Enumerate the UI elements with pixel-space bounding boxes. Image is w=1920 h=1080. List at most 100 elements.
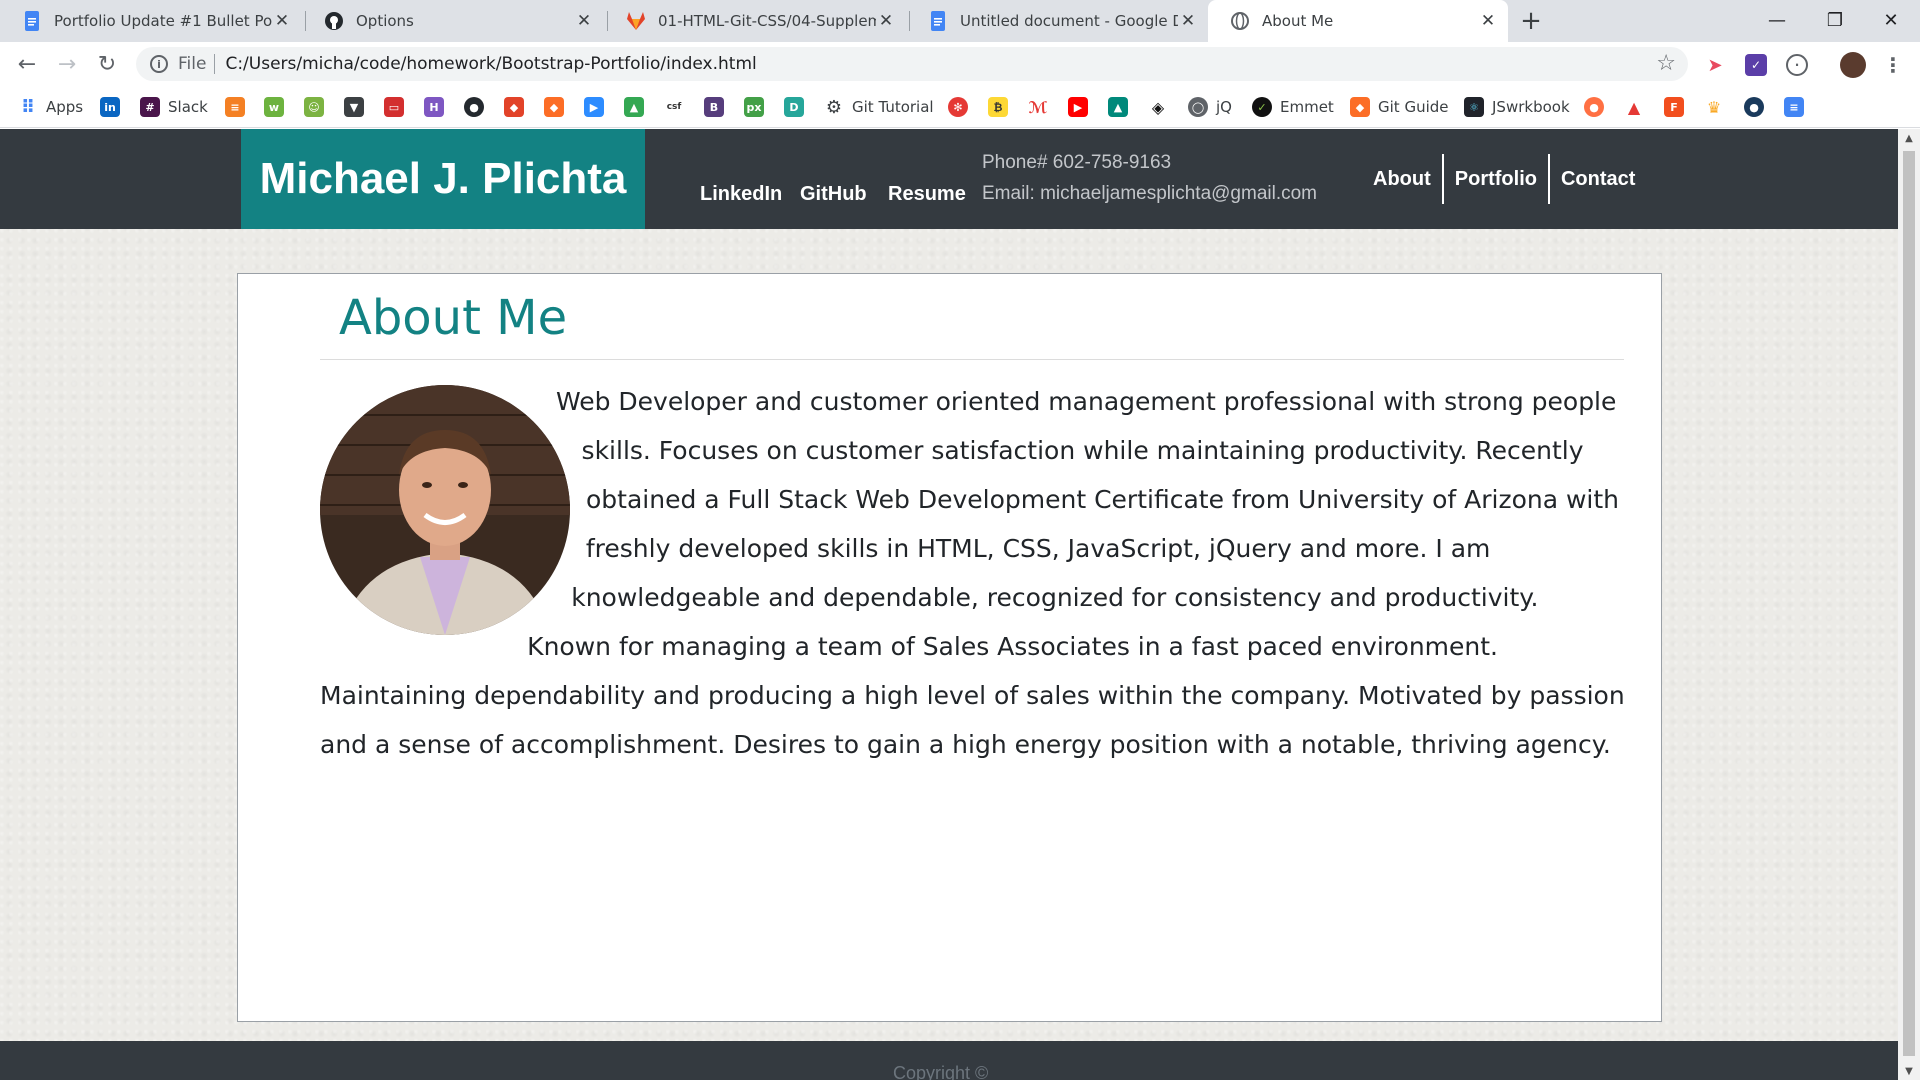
drive-icon: ▲ [624,97,644,117]
scroll-up-arrow-icon[interactable]: ▲ [1898,129,1920,147]
page-viewport: Michael J. Plichta LinkedIn GitHub Resum… [0,129,1898,1080]
bookmark-jq[interactable]: ◯ jQ [1188,96,1232,118]
bookmark-octocat[interactable]: ● [1744,96,1764,118]
bookmark-label: Slack [168,98,208,116]
apps-grid-icon: ⠿ [20,96,36,118]
docs-icon: ≡ [1784,97,1804,117]
address-bar[interactable]: i File C:/Users/micha/code/homework/Boot… [136,47,1688,81]
bookmark-helmet[interactable]: ● [1584,96,1604,118]
bookmarks-bar: ⠿ Apps in # Slack ≡ w ☺ ▼ ▭ H ● ◆ ◆ ▶ ▲ … [0,86,1920,128]
close-icon[interactable]: ✕ [1478,11,1498,31]
close-icon[interactable]: ✕ [574,11,594,31]
bookmark-apps[interactable]: ⠿ Apps [18,96,83,118]
bookmark-yellow[interactable]: ₿ [988,96,1008,118]
bookmark-star-icon[interactable]: ☆ [1656,51,1676,76]
close-icon[interactable]: ✕ [272,11,292,31]
profile-avatar[interactable] [1840,52,1866,78]
gitlab-icon [626,11,646,31]
bookmark-slack[interactable]: # Slack [140,96,208,118]
close-icon[interactable]: ✕ [876,11,896,31]
bookmark-emmet[interactable]: ✓ Emmet [1252,96,1334,118]
tab-portfolio-update[interactable]: Portfolio Update #1 Bullet Points ✕ [0,0,302,42]
bookmark-csf[interactable]: csf [664,96,684,118]
codepen-icon: ◈ [1148,97,1168,117]
bookmark-github[interactable]: ● [464,96,484,118]
figma-icon: F [1664,97,1684,117]
linkedin-link[interactable]: LinkedIn [700,183,782,206]
youtube-icon: ▶ [1068,97,1088,117]
csf-icon: csf [664,97,684,117]
bookmark-bootstrap[interactable]: B [704,96,724,118]
bookmark-linkedin[interactable]: in [100,96,120,118]
bookmark-shield[interactable]: ▼ [344,96,364,118]
forward-button[interactable]: → [51,48,83,80]
reload-button[interactable]: ↻ [91,48,123,80]
bookmark-adobe[interactable]: ▲ [1624,96,1644,118]
adobe-icon: ▲ [1624,97,1644,117]
tab-title: Untitled document - Google Docs [960,12,1178,30]
tab-about-me[interactable]: About Me ✕ [1208,0,1508,42]
back-button[interactable]: ← [11,48,43,80]
bookmark-figma[interactable]: F [1664,96,1684,118]
bookmark-gitlab-2[interactable]: ◆ [544,96,564,118]
bookmark-red-box[interactable]: ▭ [384,96,404,118]
google-docs-icon [22,11,42,31]
close-icon[interactable]: ✕ [1178,11,1198,31]
shield-icon: ▼ [344,97,364,117]
bookmark-drive[interactable]: ▲ [624,96,644,118]
github-icon [324,11,344,31]
nav-contact-link[interactable]: Contact [1550,154,1646,204]
bookmark-green-badge[interactable]: w [264,96,284,118]
bookmark-stack[interactable]: ≡ [225,96,245,118]
bookmark-pinwheel[interactable]: ✻ [948,96,968,118]
extension-purple-check-icon[interactable]: ✓ [1745,54,1767,76]
bootstrap-icon: B [704,97,724,117]
menu-kebab-icon[interactable]: ⋮ [1882,53,1904,77]
bookmark-scribble[interactable]: ℳ [1028,96,1048,118]
gear-icon: ⚙ [825,96,843,118]
bookmark-label: Apps [46,98,84,116]
bookmark-label: Emmet [1280,98,1334,116]
tab-title: 01-HTML-Git-CSS/04-Supplemental [658,12,876,30]
resume-link[interactable]: Resume [888,183,966,206]
scroll-down-arrow-icon[interactable]: ▼ [1898,1062,1920,1080]
bookmark-zoom[interactable]: ▶ [584,96,604,118]
tab-untitled-document[interactable]: Untitled document - Google Docs ✕ [906,0,1208,42]
crown-icon: ♛ [1704,97,1724,117]
green-badge-icon: w [264,97,284,117]
restore-button[interactable]: ❐ [1806,0,1864,40]
minimize-button[interactable]: — [1748,0,1806,40]
bookmark-px[interactable]: px [744,96,764,118]
site-brand[interactable]: Michael J. Plichta [241,129,645,229]
page-scrollbar[interactable]: ▲ ▼ [1898,129,1920,1080]
tab-options[interactable]: Options ✕ [302,0,604,42]
bookmark-purple-h[interactable]: H [424,96,444,118]
bookmark-crown[interactable]: ♛ [1704,96,1724,118]
new-tab-button[interactable]: + [1516,6,1546,36]
info-icon[interactable]: i [150,55,168,73]
nav-portfolio-link[interactable]: Portfolio [1444,154,1548,204]
close-window-button[interactable]: ✕ [1862,0,1920,40]
google-docs-icon [928,11,948,31]
nav-about-link[interactable]: About [1362,154,1442,204]
bookmark-android[interactable]: ☺ [304,96,324,118]
tab-html-git-css[interactable]: 01-HTML-Git-CSS/04-Supplemental ✕ [604,0,906,42]
github-link[interactable]: GitHub [800,183,867,206]
bookmark-gitlab[interactable]: ◆ [504,96,524,118]
url-text[interactable]: C:/Users/micha/code/homework/Bootstrap-P… [225,54,756,74]
bookmark-cap[interactable]: ▲ [1108,96,1128,118]
extension-circle-icon[interactable]: · [1786,54,1808,76]
extension-red-arrow-icon[interactable]: ➤ [1704,54,1726,76]
scrollbar-thumb[interactable] [1903,151,1915,1056]
bookmark-label: Git Guide [1378,98,1449,116]
bookmark-teal[interactable]: D [784,96,804,118]
bookmark-jswrkbook[interactable]: ⚛ JSwrkbook [1464,96,1570,118]
bookmark-codepen[interactable]: ◈ [1148,96,1168,118]
bookmark-youtube[interactable]: ▶ [1068,96,1088,118]
email-text[interactable]: Email: michaeljamesplichta@gmail.com [982,183,1317,205]
bookmark-git-guide[interactable]: ◆ Git Guide [1350,96,1449,118]
about-card: About Me Web Developer and customer orie… [237,273,1662,1022]
profile-photo [320,385,570,635]
bookmark-docs[interactable]: ≡ [1784,96,1804,118]
bookmark-git-tutorial[interactable]: ⚙ Git Tutorial [824,96,934,118]
